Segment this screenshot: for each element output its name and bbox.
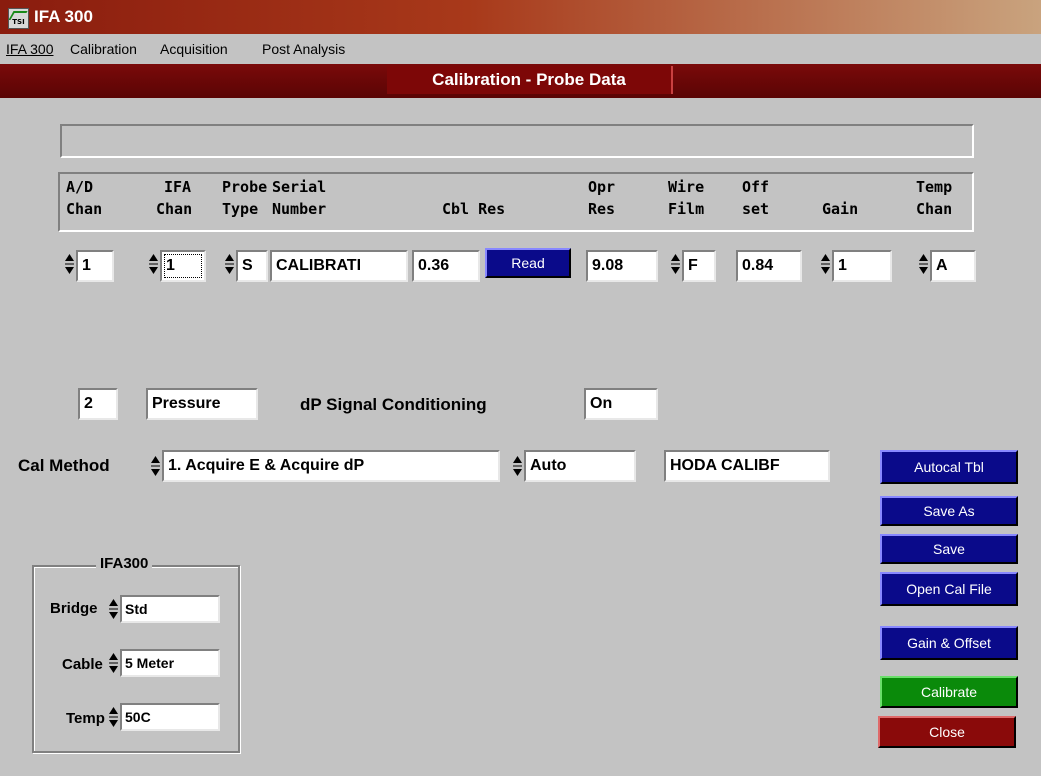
cable-label: Cable (62, 656, 103, 673)
temp-label: Temp (66, 710, 105, 727)
header-ifa-chan: IFA Chan (156, 178, 193, 218)
dp-signal-conditioning-label: dP Signal Conditioning (300, 395, 487, 414)
cal-method-field[interactable]: 1. Acquire E & Acquire dP (162, 450, 500, 482)
cal-method-label: Cal Method (18, 456, 110, 475)
header-ad-chan: A/D Chan (66, 178, 103, 218)
app-logo-icon: TSI (8, 8, 29, 29)
panel-title: Calibration - Probe Data (387, 66, 673, 94)
calibrate-button[interactable]: Calibrate (880, 676, 1018, 708)
header-offset: Off set (742, 178, 770, 218)
pressure-channel-field[interactable]: 2 (78, 388, 118, 420)
cal-name-field[interactable]: HODA CALIBF (664, 450, 830, 482)
autocal-tbl-button[interactable]: Autocal Tbl (880, 450, 1018, 484)
ad-chan-spinner-icon[interactable] (64, 252, 75, 276)
gain-spinner-icon[interactable] (820, 252, 831, 276)
bridge-label: Bridge (50, 600, 98, 617)
temp-chan-spinner-icon[interactable] (918, 252, 929, 276)
menu-calibration[interactable]: Calibration (70, 41, 137, 57)
window-title: IFA 300 (34, 7, 93, 26)
ad-chan-field[interactable]: 1 (76, 250, 114, 282)
gain-field[interactable]: 1 (832, 250, 892, 282)
close-button[interactable]: Close (878, 716, 1016, 748)
status-box (60, 124, 974, 158)
temp-chan-field[interactable]: A (930, 250, 976, 282)
temp-spinner-icon[interactable] (108, 705, 119, 729)
header-gain: Gain (822, 200, 859, 218)
offset-field[interactable]: 0.84 (736, 250, 802, 282)
menu-ifa300[interactable]: IFA 300 (6, 41, 53, 57)
probe-type-spinner-icon[interactable] (224, 252, 235, 276)
ifa-chan-spinner-icon[interactable] (148, 252, 159, 276)
bridge-field[interactable]: Std (120, 595, 220, 623)
header-cbl-res: Cbl Res (442, 200, 506, 218)
serial-number-field[interactable]: CALIBRATI (270, 250, 408, 282)
temp-field[interactable]: 50C (120, 703, 220, 731)
save-button[interactable]: Save (880, 534, 1018, 564)
ifa300-group-title: IFA300 (96, 555, 153, 572)
header-serial-number: Serial Number (272, 178, 327, 218)
header-temp-chan: Temp Chan (916, 178, 953, 218)
wire-film-spinner-icon[interactable] (670, 252, 681, 276)
opr-res-field[interactable]: 9.08 (586, 250, 658, 282)
header-probe-type: Probe Type (222, 178, 268, 218)
pressure-type-field[interactable]: Pressure (146, 388, 258, 420)
read-button[interactable]: Read (485, 248, 571, 278)
cbl-res-field[interactable]: 0.36 (412, 250, 480, 282)
dp-signal-conditioning-field[interactable]: On (584, 388, 658, 420)
header-wire-film: Wire Film (668, 178, 705, 218)
probe-type-field[interactable]: S (236, 250, 268, 282)
cal-mode-field[interactable]: Auto (524, 450, 636, 482)
cal-mode-spinner-icon[interactable] (512, 454, 523, 478)
save-as-button[interactable]: Save As (880, 496, 1018, 526)
bridge-spinner-icon[interactable] (108, 597, 119, 621)
menu-post-analysis[interactable]: Post Analysis (262, 41, 345, 57)
cable-spinner-icon[interactable] (108, 651, 119, 675)
header-opr-res: Opr Res (588, 178, 616, 218)
title-bar: TSI IFA 300 (0, 0, 1041, 34)
gain-offset-button[interactable]: Gain & Offset (880, 626, 1018, 660)
menu-bar: IFA 300 Calibration Acquisition Post Ana… (0, 34, 1041, 64)
open-cal-file-button[interactable]: Open Cal File (880, 572, 1018, 606)
wire-film-field[interactable]: F (682, 250, 716, 282)
cable-field[interactable]: 5 Meter (120, 649, 220, 677)
menu-acquisition[interactable]: Acquisition (160, 41, 228, 57)
cal-method-spinner-icon[interactable] (150, 454, 161, 478)
ifa-chan-field[interactable]: 1 (160, 250, 206, 282)
